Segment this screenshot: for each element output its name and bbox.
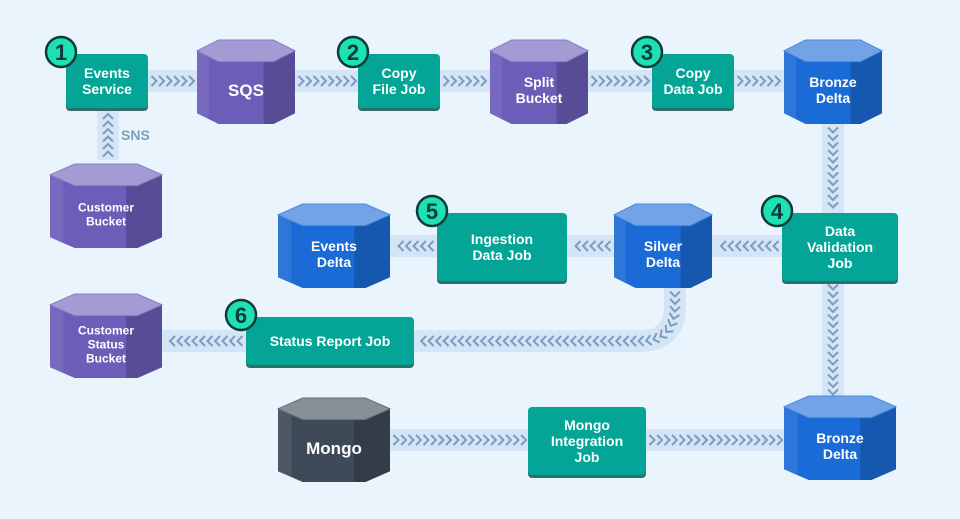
edge-silver-delta-to-ingestion-data-job — [567, 235, 614, 257]
node-label: Validation — [807, 239, 873, 255]
edge-data-validation-job-to-bronze-delta-bottom — [822, 281, 844, 410]
node-customer-status-bucket[interactable]: CustomerStatusBucket — [48, 293, 164, 378]
node-events-delta[interactable]: EventsDelta — [276, 203, 392, 288]
node-bronze-delta-bottom[interactable]: BronzeDelta — [782, 395, 898, 480]
node-label: Data — [825, 223, 856, 239]
edge-mongo-integration-job-to-bronze-delta-bottom — [646, 429, 784, 451]
node-status-report-job[interactable]: Status Report Job 6 — [224, 298, 414, 368]
step-number: 4 — [771, 199, 784, 224]
node-label: Job — [575, 449, 600, 465]
edge-customer-bucket-to-events-service: SNS — [97, 108, 150, 160]
node-label: Bucket — [86, 214, 126, 228]
store-top — [488, 39, 590, 63]
edge-bronze-delta-top-to-data-validation-job — [822, 124, 844, 213]
node-label: Data Job — [663, 81, 722, 97]
node-label: Bucket — [86, 351, 126, 365]
node-label: Status Report Job — [270, 333, 391, 349]
edge-label: SNS — [121, 127, 150, 143]
node-label: Mongo — [564, 417, 610, 433]
edge-sqs-to-copy-file-job — [295, 70, 358, 92]
store-top — [612, 203, 714, 227]
nodes-layer: EventsService1SQSCopyFile Job2SplitBucke… — [44, 35, 898, 482]
node-ingestion-data-job[interactable]: IngestionData Job 5 — [415, 194, 567, 284]
edge-copy-data-job-to-bronze-delta-top — [734, 70, 784, 92]
node-label: Bucket — [516, 90, 563, 106]
node-sqs[interactable]: SQS — [195, 39, 297, 124]
node-events-service[interactable]: EventsService 1 — [44, 35, 148, 111]
step-number: 2 — [347, 40, 359, 65]
node-label: Status — [88, 337, 125, 351]
node-label: Customer — [78, 200, 134, 214]
node-label: Events — [311, 238, 357, 254]
step-number: 6 — [235, 303, 247, 328]
node-label: Integration — [551, 433, 623, 449]
edge-events-service-to-sqs — [148, 70, 197, 92]
node-label: Mongo — [306, 439, 362, 458]
store-top — [195, 39, 297, 63]
step-number: 5 — [426, 199, 438, 224]
store-top — [782, 39, 884, 63]
edge-data-validation-job-to-silver-delta — [712, 235, 782, 257]
store-top — [48, 293, 164, 317]
node-label: Service — [82, 81, 132, 97]
node-label: Delta — [823, 446, 857, 462]
edge-mongo-to-mongo-integration-job — [390, 429, 528, 451]
node-label: Copy — [382, 65, 417, 81]
step-number: 1 — [55, 40, 67, 65]
node-label: Delta — [317, 254, 351, 270]
edge-split-bucket-to-copy-data-job — [588, 70, 652, 92]
edge-status-report-job-to-customer-status-bucket — [162, 330, 246, 352]
node-label: Job — [828, 255, 853, 271]
node-label: SQS — [228, 81, 264, 100]
store-top — [782, 395, 898, 419]
node-label: Split — [524, 74, 555, 90]
node-label: Bronze — [816, 430, 864, 446]
node-label: Customer — [78, 323, 134, 337]
node-mongo[interactable]: Mongo — [276, 397, 392, 482]
node-bronze-delta-top[interactable]: BronzeDelta — [782, 39, 884, 124]
node-silver-delta[interactable]: SilverDelta — [612, 203, 714, 288]
node-label: Bronze — [809, 74, 857, 90]
node-label: Copy — [676, 65, 711, 81]
node-customer-bucket[interactable]: CustomerBucket — [48, 163, 164, 248]
node-label: Delta — [816, 90, 850, 106]
step-number: 3 — [641, 40, 653, 65]
node-label: Events — [84, 65, 130, 81]
node-label: File Job — [373, 81, 426, 97]
node-label: Silver — [644, 238, 683, 254]
node-label: Ingestion — [471, 231, 533, 247]
node-label: Delta — [646, 254, 680, 270]
edge-copy-file-job-to-split-bucket — [440, 70, 490, 92]
store-top — [276, 203, 392, 227]
edge-track — [414, 288, 686, 352]
pipeline-diagram: SNS EventsService1SQSCopyFile Job2SplitB… — [44, 35, 898, 482]
store-top — [276, 397, 392, 421]
node-mongo-integration-job[interactable]: MongoIntegrationJob — [528, 407, 646, 478]
edge-silver-delta-to-status-report-job — [414, 288, 686, 352]
node-label: Data Job — [472, 247, 531, 263]
node-split-bucket[interactable]: SplitBucket — [488, 39, 590, 124]
store-top — [48, 163, 164, 187]
edge-ingestion-data-job-to-events-delta — [390, 235, 437, 257]
